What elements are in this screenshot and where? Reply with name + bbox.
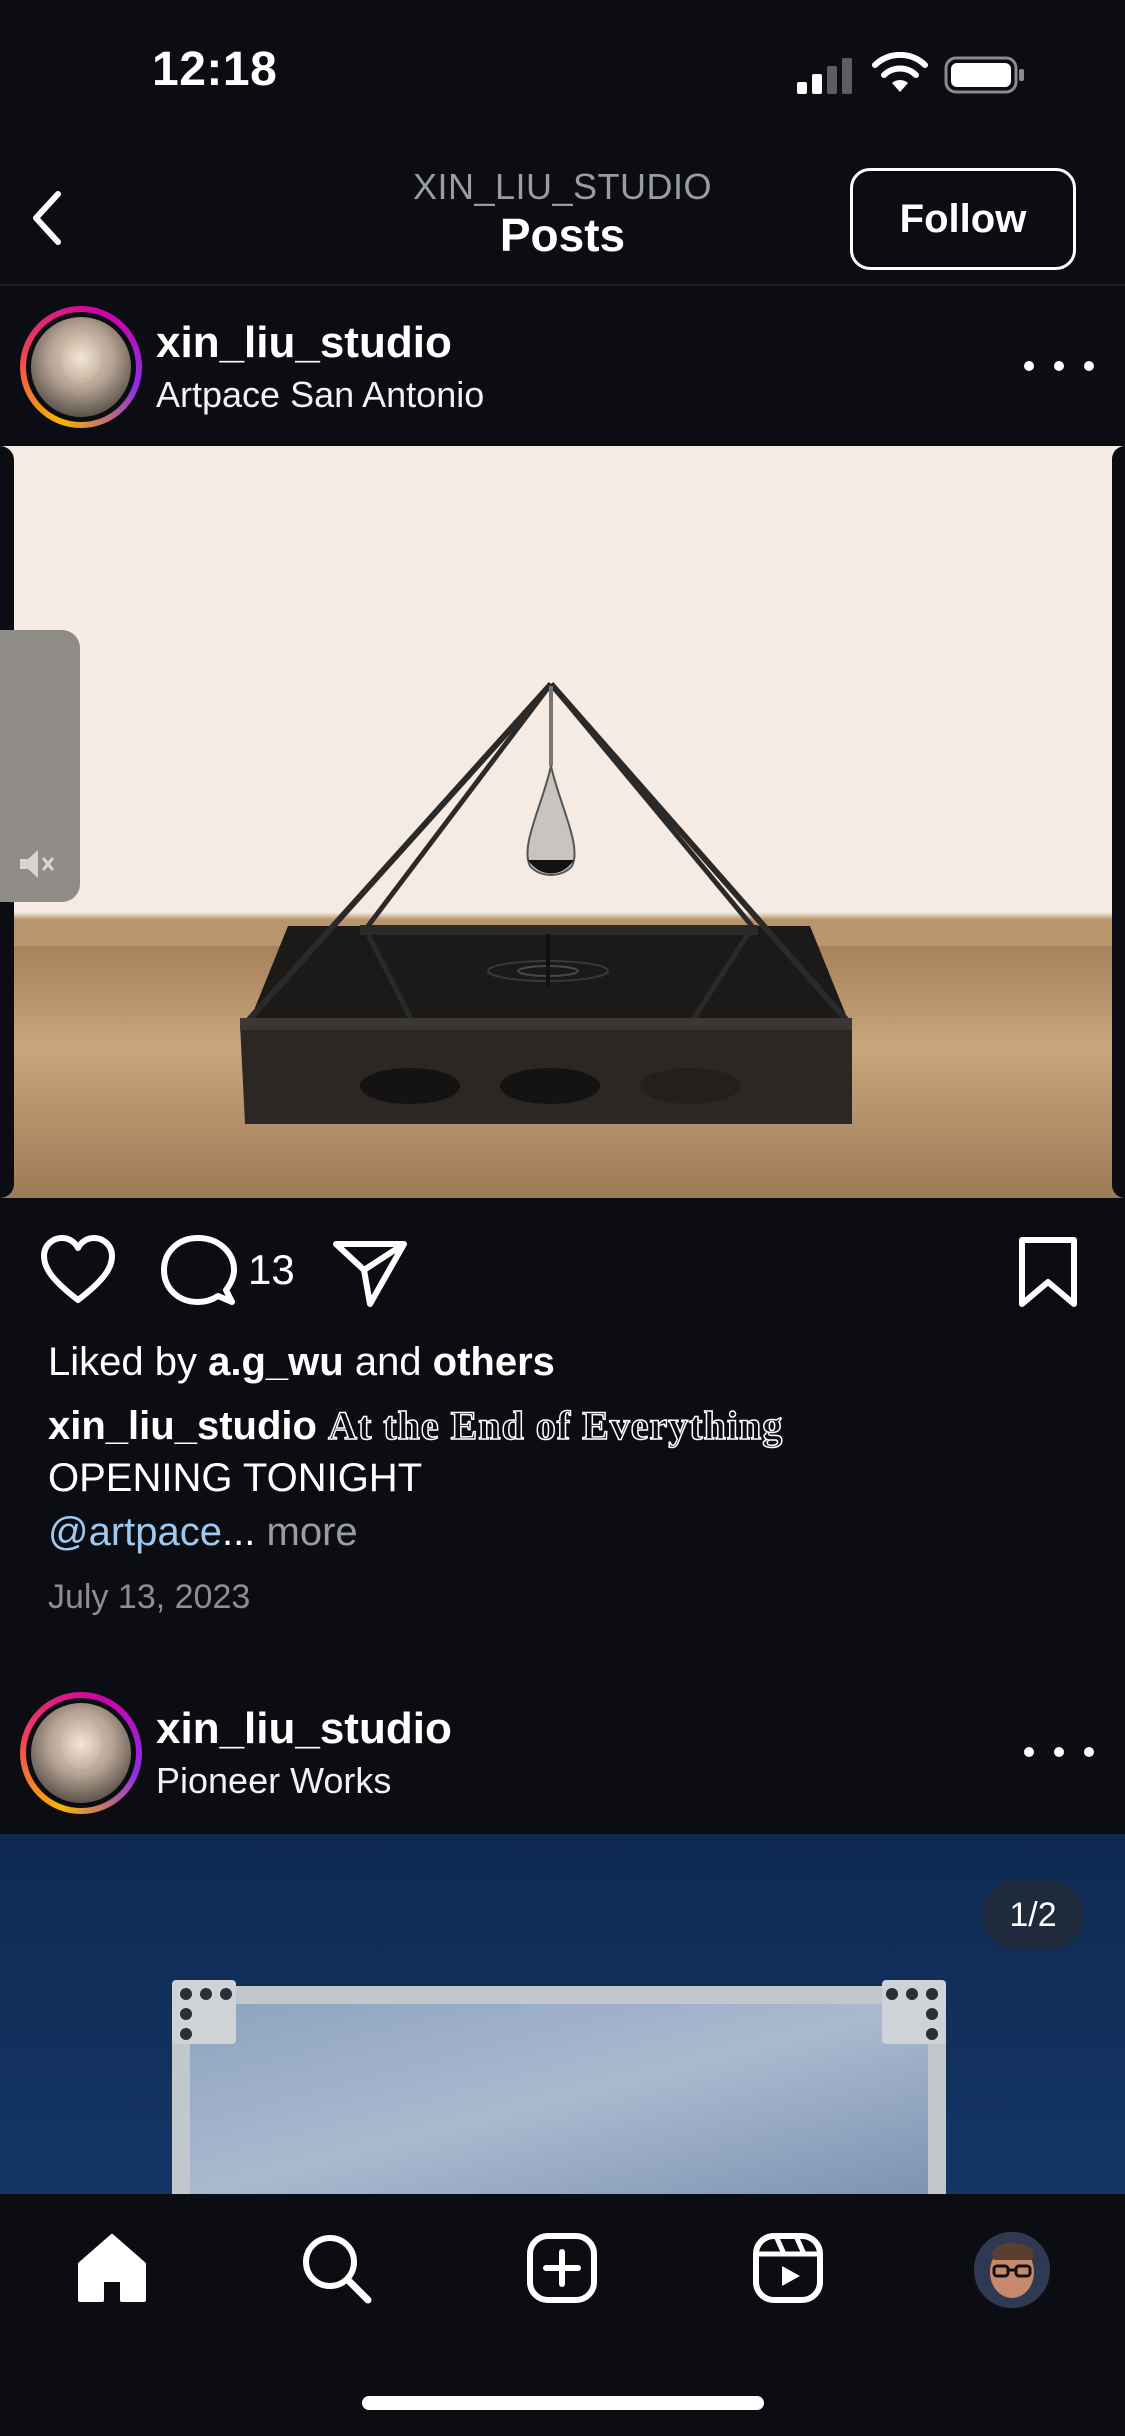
reels-icon[interactable] <box>748 2228 828 2308</box>
caption-line-3: @artpace... more <box>48 1510 358 1555</box>
media-edge-right <box>1112 446 1125 1198</box>
wifi-icon <box>872 52 928 92</box>
more-dot <box>1054 361 1064 371</box>
send-icon[interactable] <box>330 1232 410 1312</box>
header-divider <box>0 284 1125 286</box>
home-icon[interactable] <box>72 2228 152 2308</box>
pyramid-sculpture-image <box>0 681 1125 1198</box>
post-location[interactable]: Pioneer Works <box>156 1760 391 1802</box>
post-options-button[interactable] <box>1024 1732 1094 1772</box>
likes-others[interactable]: others <box>433 1340 555 1384</box>
caption-more-link[interactable]: more <box>267 1510 358 1554</box>
avatar-image <box>31 317 131 417</box>
more-dot <box>1024 1747 1034 1757</box>
mute-button[interactable] <box>0 630 80 902</box>
caption-mention[interactable]: @artpace <box>48 1510 222 1554</box>
bookmark-icon[interactable] <box>1008 1232 1088 1312</box>
comment-icon[interactable] <box>158 1232 238 1312</box>
post-username[interactable]: xin_liu_studio <box>156 318 452 368</box>
post-media[interactable] <box>0 1834 1125 2194</box>
post-date: July 13, 2023 <box>48 1578 251 1616</box>
likes-prefix: Liked by <box>48 1340 209 1384</box>
post-avatar[interactable] <box>20 306 142 428</box>
liked-by-user[interactable]: a.g_wu <box>208 1340 344 1384</box>
home-indicator <box>362 2396 764 2410</box>
caption-ellipsis: ... <box>222 1510 256 1554</box>
framed-artwork-image <box>172 1980 946 2194</box>
more-dot <box>1084 361 1094 371</box>
caption-line-1: xin_liu_studio At the End of Everything <box>48 1402 783 1449</box>
post-location[interactable]: Artpace San Antonio <box>156 374 484 416</box>
battery-icon <box>944 56 1024 94</box>
comment-count: 13 <box>248 1246 295 1293</box>
avatar-image <box>31 1703 131 1803</box>
profile-avatar[interactable] <box>974 2232 1050 2308</box>
more-dot <box>1084 1747 1094 1757</box>
post-username[interactable]: xin_liu_studio <box>156 1704 452 1754</box>
post-avatar[interactable] <box>20 1692 142 1814</box>
plus-square-icon[interactable] <box>522 2228 602 2308</box>
profile-photo <box>974 2232 1050 2308</box>
cellular-signal-icon <box>797 58 852 94</box>
caption-line-2: OPENING TONIGHT <box>48 1456 423 1500</box>
post-media[interactable] <box>0 446 1125 1198</box>
status-time: 12:18 <box>152 43 278 96</box>
carousel-counter: 1/2 <box>982 1880 1084 1950</box>
more-dot <box>1054 1747 1064 1757</box>
caption-title: At the End of Everything <box>327 1402 784 1449</box>
follow-button[interactable]: Follow <box>850 168 1076 270</box>
heart-icon[interactable] <box>38 1232 118 1312</box>
likes-middle: and <box>343 1340 433 1384</box>
more-dot <box>1024 361 1034 371</box>
post-options-button[interactable] <box>1024 346 1094 386</box>
search-icon[interactable] <box>296 2228 376 2308</box>
likes-summary[interactable]: Liked by a.g_wu and others <box>48 1340 555 1385</box>
speaker-muted-icon <box>20 850 55 878</box>
caption-username[interactable]: xin_liu_studio <box>48 1404 317 1448</box>
